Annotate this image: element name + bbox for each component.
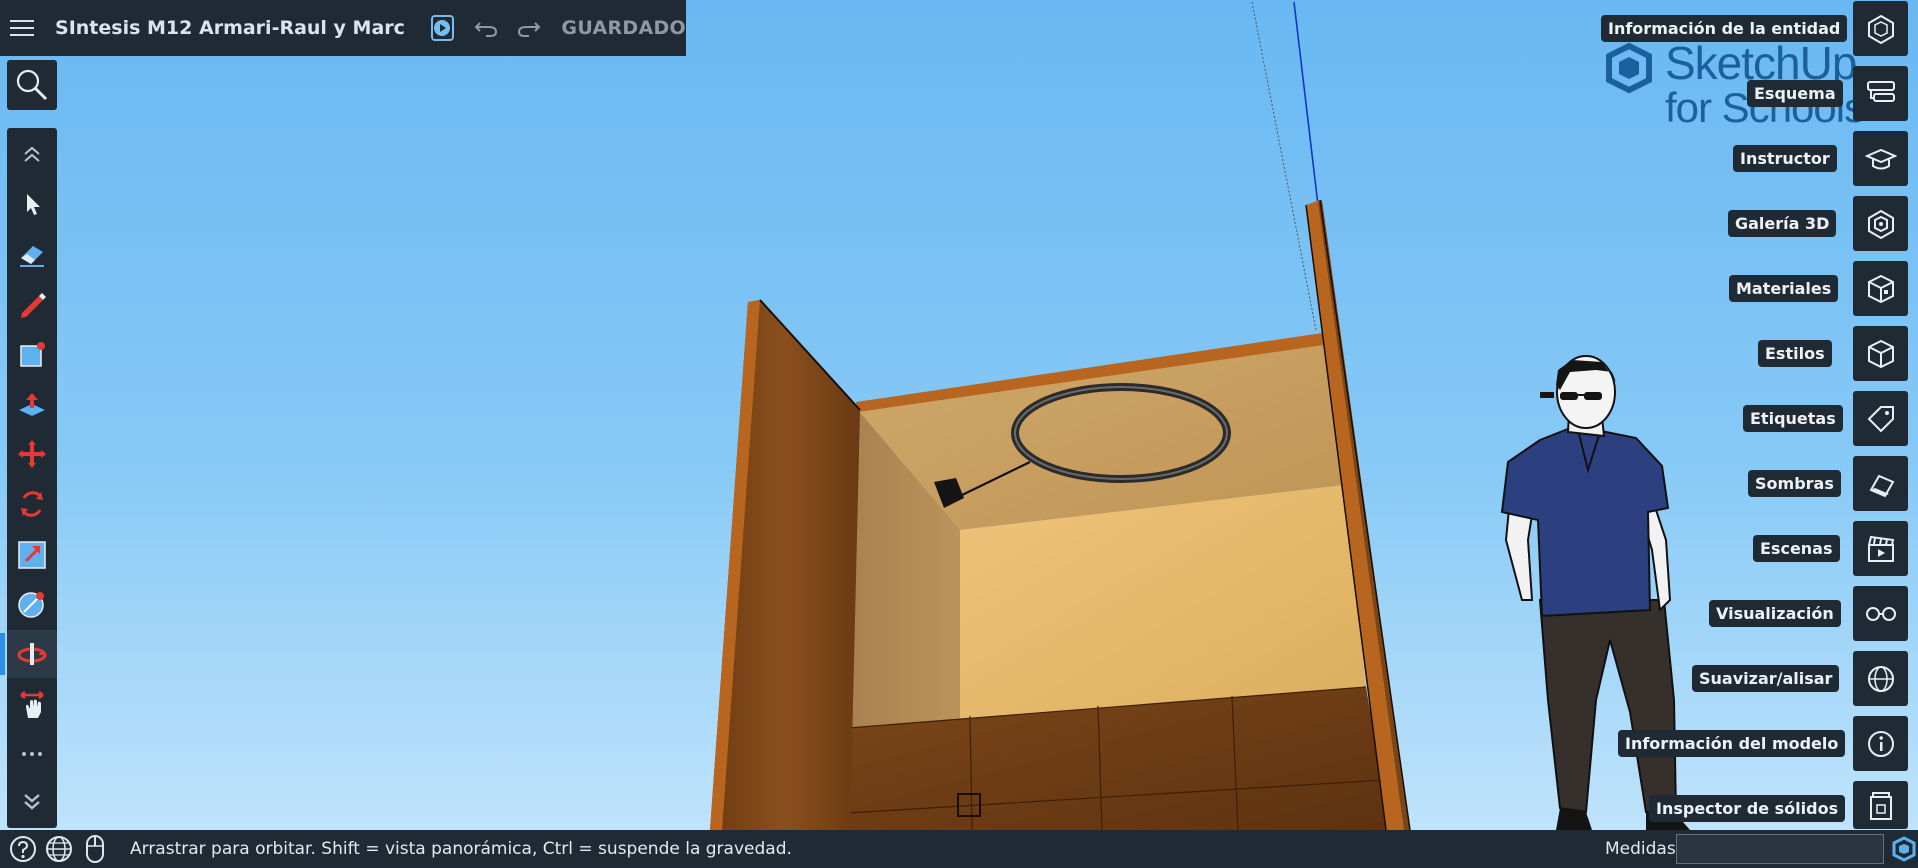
mouse-settings-button[interactable] [78, 832, 112, 866]
instructor-cap-icon [1864, 148, 1897, 169]
styles-icon [1867, 339, 1894, 368]
soften-sphere-icon [1867, 665, 1894, 692]
hamburger-icon [9, 20, 34, 36]
panel-label-entity-info[interactable]: Información de la entidad [1601, 15, 1848, 42]
mouse-icon [86, 835, 104, 863]
sketchup-logo-mark-icon [1892, 836, 1916, 862]
tape-measure-icon [18, 592, 44, 618]
info-icon [1867, 730, 1894, 757]
instructor-button[interactable] [1853, 131, 1908, 186]
solid-inspector-button[interactable] [1853, 781, 1908, 829]
panel-label-3d-gallery[interactable]: Galería 3D [1728, 210, 1837, 237]
panel-label-soften[interactable]: Suavizar/alisar [1692, 665, 1840, 692]
tag-icon [1867, 405, 1894, 432]
globe-icon [46, 836, 72, 862]
move-icon [18, 440, 46, 468]
scale-figure [1500, 355, 1690, 830]
panel-label-outliner[interactable]: Esquema [1747, 80, 1843, 107]
materials-cube-icon [1867, 274, 1894, 303]
scale-tool[interactable] [7, 530, 57, 578]
status-message: Arrastrar para orbitar. Shift = vista pa… [130, 839, 792, 859]
panel-label-model-info[interactable]: Información del modelo [1618, 730, 1846, 757]
pencil-icon [21, 293, 46, 318]
undo-icon [474, 22, 498, 37]
shadows-icon [1869, 474, 1894, 497]
orbit-tool[interactable] [0, 630, 57, 678]
panel-label-materials[interactable]: Materiales [1729, 275, 1839, 302]
styles-button[interactable] [1853, 326, 1908, 381]
hamburger-menu-button[interactable] [0, 0, 43, 56]
rotate-icon [21, 491, 43, 517]
axis-dotted [1251, 1, 1317, 331]
more-tools-button[interactable] [7, 730, 57, 778]
panel-label-display[interactable]: Visualización [1709, 600, 1841, 627]
panel-label-instructor[interactable]: Instructor [1733, 145, 1837, 172]
play-scenes-button[interactable] [430, 15, 455, 41]
push-pull-icon [19, 393, 45, 416]
search-icon [16, 69, 48, 101]
tags-button[interactable] [1853, 391, 1908, 446]
soften-button[interactable] [1853, 651, 1908, 706]
pan-tool[interactable] [7, 680, 57, 728]
pan-icon [20, 691, 44, 718]
shadows-button[interactable] [1853, 456, 1908, 511]
tool-palette [0, 128, 57, 828]
panel-label-tags[interactable]: Etiquetas [1743, 405, 1843, 432]
3d-viewport[interactable] [0, 0, 1918, 830]
eraser-tool[interactable] [7, 230, 57, 278]
select-tool[interactable] [7, 180, 57, 228]
chevrons-up-icon [24, 146, 40, 162]
status-bar: Arrastrar para orbitar. Shift = vista pa… [0, 830, 1918, 868]
glasses-icon [1865, 606, 1896, 621]
panel-label-scenes[interactable]: Escenas [1753, 535, 1840, 562]
display-button[interactable] [1853, 586, 1908, 641]
move-tool[interactable] [7, 430, 57, 478]
redo-icon [518, 22, 541, 37]
model-info-button[interactable] [1853, 716, 1908, 771]
scenes-clapper-icon [1867, 535, 1894, 562]
language-button[interactable] [42, 832, 76, 866]
redo-button[interactable] [515, 8, 544, 48]
panel-label-styles[interactable]: Estilos [1758, 340, 1832, 367]
model-scene[interactable] [0, 0, 1918, 830]
rectangle-icon [20, 342, 45, 367]
sketchup-mini-logo[interactable] [1890, 834, 1918, 864]
outliner-button[interactable] [1853, 66, 1908, 121]
collapse-down-button[interactable] [7, 778, 57, 826]
measures-input[interactable] [1676, 834, 1884, 864]
arrow-cursor-icon [27, 194, 40, 215]
panel-label-shadows[interactable]: Sombras [1748, 470, 1841, 497]
materials-button[interactable] [1853, 261, 1908, 316]
search-button[interactable] [7, 60, 57, 110]
axis-blue [1293, 1, 1319, 206]
undo-button[interactable] [472, 8, 501, 48]
rectangle-tool[interactable] [7, 330, 57, 378]
scale-icon [18, 541, 46, 569]
ellipsis-icon [22, 752, 42, 756]
scenes-button[interactable] [1853, 521, 1908, 576]
entity-info-button[interactable] [1853, 1, 1908, 56]
push-pull-tool[interactable] [7, 380, 57, 428]
tape-measure-tool[interactable] [7, 580, 57, 628]
collapse-up-button[interactable] [7, 130, 57, 178]
panel-label-solid-inspector[interactable]: Inspector de sólidos [1649, 795, 1846, 822]
title-bar: SIntesis M12 Armari-Raul y Marc GUARDADO [0, 0, 686, 56]
save-status: GUARDADO [561, 17, 686, 39]
chevrons-down-icon [24, 794, 40, 810]
solid-inspector-icon [1869, 792, 1892, 820]
line-tool[interactable] [7, 280, 57, 328]
entity-info-icon [1867, 14, 1894, 44]
rotate-tool[interactable] [7, 480, 57, 528]
3d-warehouse-icon [1867, 209, 1894, 239]
help-button[interactable] [6, 832, 40, 866]
eraser-icon [20, 246, 44, 267]
3d-warehouse-button[interactable] [1853, 196, 1908, 251]
measures-label: Medidas [1605, 839, 1676, 859]
sketchup-logo-mark-icon [1606, 42, 1652, 94]
document-title[interactable]: SIntesis M12 Armari-Raul y Marc [55, 17, 405, 39]
help-icon [10, 836, 36, 862]
outliner-icon [1866, 80, 1895, 102]
orbit-icon [17, 643, 47, 665]
play-icon [434, 20, 451, 36]
